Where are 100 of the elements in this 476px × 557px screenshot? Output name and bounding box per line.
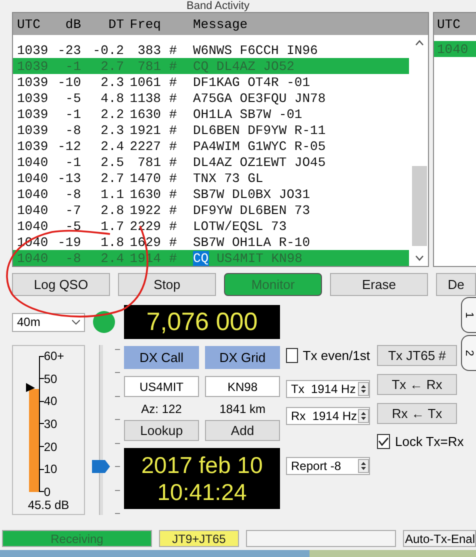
slider-thumb[interactable] xyxy=(92,460,110,474)
toolbar-button[interactable]: Log QSO xyxy=(12,273,110,296)
scale-label: 20 xyxy=(40,440,64,453)
spin-value: Tx 1914 Hz xyxy=(291,382,356,396)
dx-call-field[interactable]: US4MIT xyxy=(124,376,199,397)
tx-control-button[interactable]: Rx ← Tx xyxy=(377,403,457,424)
scale-label: 0 xyxy=(40,486,64,498)
table-cell-text: 1921 xyxy=(128,122,161,138)
table-cell-text: -13 xyxy=(56,170,81,186)
toolbar-button[interactable]: Erase xyxy=(330,273,428,296)
table-row[interactable]: 1039 -5 4.8 1138 # A75GA OE3FQU JN78 xyxy=(13,90,409,106)
table-cell-text: 2.4 xyxy=(100,250,124,266)
table-cell-text: # xyxy=(168,202,178,218)
table-cell-text: 2.3 xyxy=(100,122,124,138)
table-cell-text: 1039 xyxy=(16,58,50,74)
table-cell-text: # xyxy=(168,218,178,234)
spin-value: Rx 1914 Hz xyxy=(291,409,358,423)
side-tab[interactable]: 1 xyxy=(461,297,476,333)
table-cell-text: -8 xyxy=(64,250,81,266)
table-cell-text: 2.7 xyxy=(100,58,124,74)
report-spinbox[interactable]: Report -8 xyxy=(286,457,370,475)
table-cell-text: -19 xyxy=(56,234,81,250)
column-header: UTC xyxy=(16,16,42,32)
table-row[interactable]: 1040 -7 2.8 1922 # DF9YW DL6BEN 73 xyxy=(13,202,409,218)
table-cell-text: 1630 xyxy=(128,186,161,202)
table-row[interactable]: 1039 -12 2.4 2227 # PA4WIM G1WYC R-05 xyxy=(13,138,409,154)
table-cell-text: 1039 xyxy=(16,42,50,58)
dx-button[interactable]: Lookup xyxy=(124,420,199,441)
table-row[interactable]: 1039 -23 -0.2 383 # W6NWS F6CCH IN96 xyxy=(13,42,409,58)
table-cell-text: # xyxy=(168,250,178,266)
table-row[interactable]: 1039 -8 2.3 1921 # DL6BEN DF9YW R-11 xyxy=(13,122,409,138)
meter-reading: 45.5 dB xyxy=(28,498,70,512)
message-cell: CQ DL4AZ JO52 xyxy=(193,58,294,74)
scale-label: 50 xyxy=(40,372,64,385)
dx-grid-label: DX Grid xyxy=(205,346,280,369)
tx-control-button[interactable]: Tx ← Rx xyxy=(377,374,457,395)
table-cell-text: # xyxy=(168,154,178,170)
dx-grid-field[interactable]: KN98 xyxy=(205,376,280,397)
rx-frequency-spinbox[interactable]: Rx 1914 Hz xyxy=(286,407,370,425)
table-cell-text: # xyxy=(168,138,178,154)
table-cell-text: -12 xyxy=(56,138,81,154)
table-cell-text: 1039 xyxy=(16,122,50,138)
scroll-thumb[interactable] xyxy=(412,166,427,246)
table-row[interactable]: 1040 -1 2.5 781 # DL4AZ OZ1EWT JO45 xyxy=(13,154,409,170)
message-cell: LOTW/EQSL 73 xyxy=(193,218,287,234)
table-cell-text: 781 xyxy=(136,154,161,170)
table-cell-text: 1039 xyxy=(16,74,50,90)
dropdown-caret-icon xyxy=(72,320,80,324)
toolbar-button[interactable]: Stop xyxy=(118,273,216,296)
scroll-down-icon[interactable] xyxy=(415,255,424,261)
checkbox-label: Lock Tx=Rx xyxy=(395,434,464,449)
table-cell-text: -5 xyxy=(64,218,81,234)
status-dot xyxy=(93,311,115,333)
table-row[interactable]: 1039 -1 2.2 1630 # OH1LA SB7W -01 xyxy=(13,106,409,122)
band-value: 40m xyxy=(17,315,40,329)
table-row[interactable]: 1039 -10 2.3 1061 # DF1KAG OT4R -01 xyxy=(13,74,409,90)
table-cell-text: 4.8 xyxy=(100,90,124,106)
table-cell-text: 1470 xyxy=(128,170,161,186)
table-cell: 1040 xyxy=(437,42,468,56)
side-tab[interactable]: 2 xyxy=(461,335,476,371)
message-cell: A75GA OE3FQU JN78 xyxy=(193,90,326,106)
dx-button[interactable]: Add xyxy=(205,420,280,441)
table-cell-text: 1040 xyxy=(16,186,50,202)
column-header: Freq xyxy=(128,16,161,32)
scale-label: 10 xyxy=(40,463,64,476)
table-cell-text: -1 xyxy=(64,154,81,170)
scale-label: 60+ xyxy=(40,350,64,362)
status-indicator: JT9+JT65 xyxy=(159,530,239,547)
table-cell-text: 1.1 xyxy=(100,186,124,202)
checkbox[interactable] xyxy=(286,348,298,363)
table-cell-text: -8 xyxy=(64,122,81,138)
scroll-up-icon[interactable] xyxy=(415,40,424,46)
check-icon xyxy=(378,437,389,446)
tx-control-button[interactable]: Tx JT65 # xyxy=(377,345,457,366)
table-cell-text: 2.7 xyxy=(100,170,124,186)
checkbox[interactable] xyxy=(377,434,390,449)
table-cell-text: -23 xyxy=(56,42,81,58)
table-row[interactable]: 1040 -13 2.7 1470 # TNX 73 GL xyxy=(13,170,409,186)
table-row[interactable]: 1040 -5 1.7 2229 # LOTW/EQSL 73 xyxy=(13,218,409,234)
table-cell-text: # xyxy=(168,234,178,250)
column-header: Message xyxy=(192,16,248,32)
checkbox-label: Tx even/1st xyxy=(302,348,370,363)
message-cell: US4MIT KN98 xyxy=(216,250,302,266)
distance-text: 1841 km xyxy=(218,402,267,416)
table-cell-text: 2227 xyxy=(128,138,161,154)
table-cell-text: # xyxy=(168,58,178,74)
tx-frequency-spinbox[interactable]: Tx 1914 Hz xyxy=(286,380,370,398)
message-cell: SB7W OH1LA R-10 xyxy=(193,234,310,250)
column-header: dB xyxy=(64,16,81,32)
table-cell-text: -0.2 xyxy=(92,42,124,58)
table-cell-text: 1630 xyxy=(128,106,161,122)
table-cell-text: 781 xyxy=(136,58,161,74)
table-cell-text: 2.4 xyxy=(100,138,124,154)
toolbar-button[interactable]: De xyxy=(436,273,476,296)
clock-date: 2017 feb 10 xyxy=(141,452,263,478)
table-cell-text: 1040 xyxy=(16,250,50,266)
band-select[interactable]: 40m xyxy=(12,312,85,332)
dial-frequency: 7,076 000 xyxy=(124,305,280,339)
message-cell: PA4WIM G1WYC R-05 xyxy=(193,138,326,154)
table-row[interactable]: 1040 -8 1.1 1630 # SB7W DL0BX JO31 xyxy=(13,186,409,202)
